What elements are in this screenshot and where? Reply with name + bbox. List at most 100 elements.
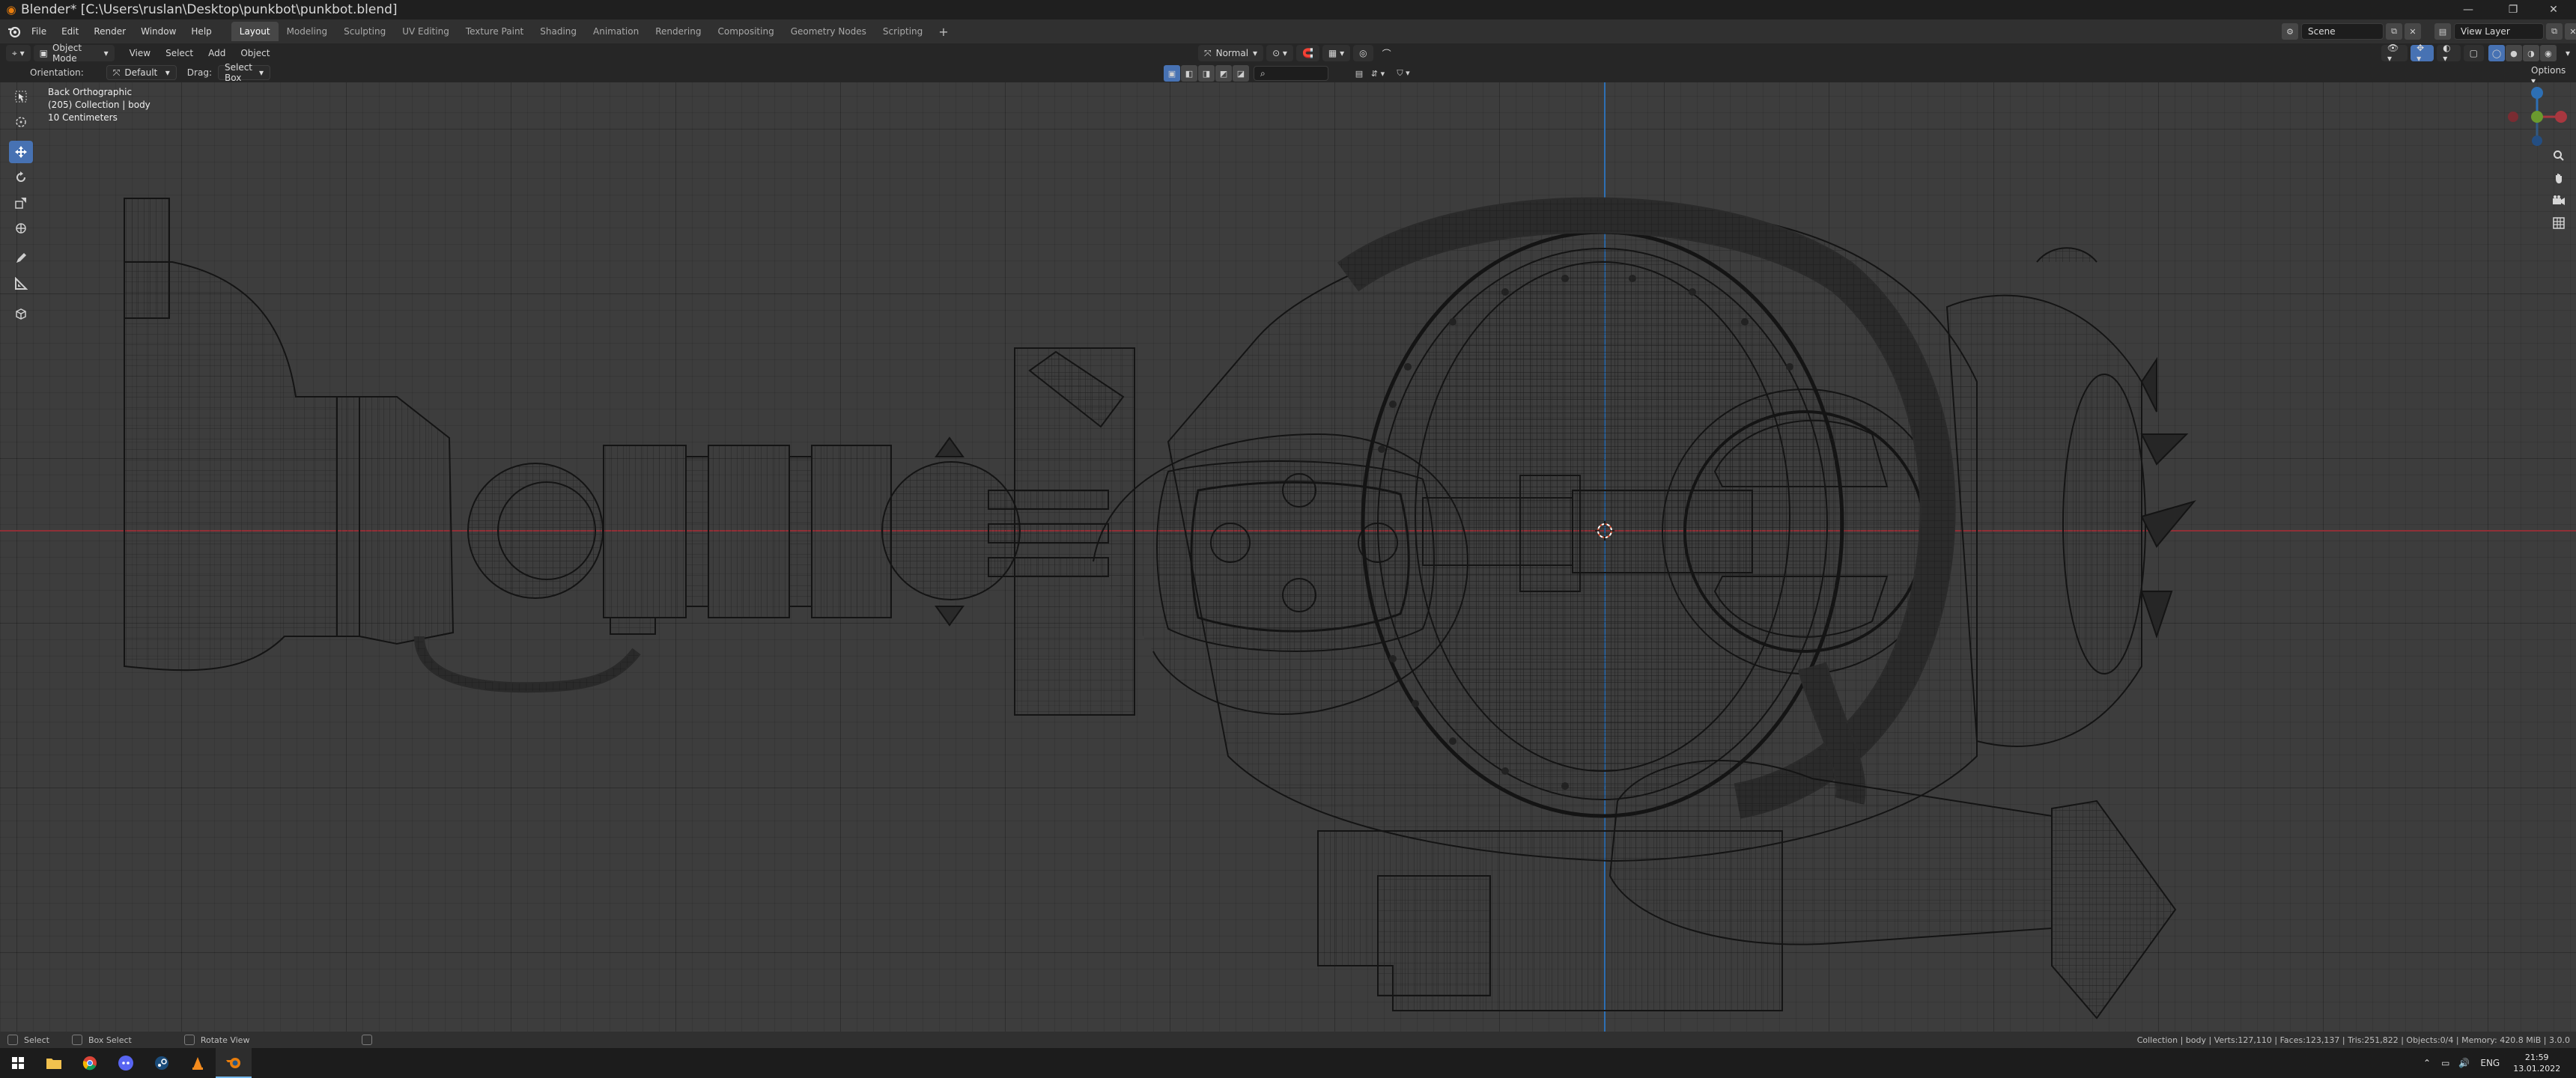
maximize-button[interactable]: ❐	[2491, 0, 2536, 19]
overlays-button[interactable]: ◐ ▾	[2437, 43, 2461, 64]
scene-delete-icon[interactable]: ✕	[2405, 23, 2421, 40]
view-layer-selector[interactable]: ▤ View Layer ⧉ ✕	[2432, 22, 2576, 40]
shading-options-icon[interactable]: ▾	[2560, 45, 2576, 61]
select-box-tool[interactable]	[9, 85, 33, 108]
cursor-tool[interactable]	[9, 111, 33, 133]
scene-canvas[interactable]	[0, 82, 2576, 1032]
tab-animation[interactable]: Animation	[585, 22, 647, 41]
measure-tool[interactable]	[9, 272, 33, 295]
view-layer-field[interactable]: View Layer	[2454, 23, 2544, 40]
falloff-icon[interactable]: ⌒	[1376, 45, 1397, 61]
blender-menu-icon[interactable]	[4, 22, 24, 41]
rotate-tool[interactable]	[9, 166, 33, 189]
file-explorer-icon[interactable]	[36, 1048, 72, 1078]
snap-toggle-button[interactable]: 🧲	[1295, 45, 1319, 61]
select-mode-extend-icon[interactable]: ◧	[1181, 65, 1197, 82]
select-mode-invert-icon[interactable]: ◩	[1215, 65, 1232, 82]
tab-modeling[interactable]: Modeling	[279, 22, 336, 41]
transform-tool[interactable]	[9, 217, 33, 240]
menu-render[interactable]: Render	[86, 22, 133, 41]
search-input[interactable]: ⌕	[1254, 66, 1328, 81]
drag-label: Drag:	[186, 67, 212, 78]
move-tool[interactable]	[9, 141, 33, 163]
select-mode-intersect-icon[interactable]: ◪	[1233, 65, 1249, 82]
window-title: Blender* [C:\Users\ruslan\Desktop\punkbo…	[21, 2, 398, 17]
editor-type-button[interactable]: ⌖ ▾	[6, 45, 31, 61]
view-layer-delete-icon[interactable]: ✕	[2565, 23, 2576, 40]
menu-window[interactable]: Window	[133, 22, 183, 41]
proportional-edit-button[interactable]: ◎	[1353, 45, 1373, 61]
tab-uv-editing[interactable]: UV Editing	[394, 22, 458, 41]
drag-value: Select Box	[224, 62, 253, 83]
scene-field[interactable]: Scene	[2301, 23, 2384, 40]
perspective-grid-icon[interactable]	[2548, 213, 2570, 234]
camera-view-icon[interactable]	[2548, 190, 2570, 211]
add-cube-tool[interactable]	[9, 302, 33, 325]
close-button[interactable]: ✕	[2531, 0, 2576, 19]
scene-copy-icon[interactable]: ⧉	[2386, 23, 2402, 40]
annotate-tool[interactable]	[9, 247, 33, 270]
menu-edit[interactable]: Edit	[54, 22, 86, 41]
robot-mesh-wireframe[interactable]	[124, 197, 2196, 1020]
drag-dropdown[interactable]: Select Box ▾	[217, 62, 270, 83]
pan-hand-icon[interactable]	[2548, 168, 2570, 189]
windows-start-icon[interactable]	[0, 1048, 36, 1078]
rendered-shading-icon[interactable]: ◉	[2539, 45, 2557, 61]
menu-select[interactable]: Select	[158, 48, 201, 58]
tab-layout[interactable]: Layout	[231, 22, 279, 41]
snap-settings-button[interactable]: ▦ ▾	[1322, 45, 1351, 61]
solid-shading-icon[interactable]: ●	[2505, 45, 2522, 61]
gizmo-neg-z-axis[interactable]	[2532, 135, 2542, 146]
material-shading-icon[interactable]: ◑	[2522, 45, 2539, 61]
minimize-button[interactable]: —	[2446, 0, 2491, 19]
tab-sculpting[interactable]: Sculpting	[335, 22, 394, 41]
tab-texture-paint[interactable]: Texture Paint	[458, 22, 532, 41]
outliner-filter-icon[interactable]: ▤	[1351, 65, 1367, 82]
steam-icon[interactable]	[144, 1048, 180, 1078]
view-layer-copy-icon[interactable]: ⧉	[2546, 23, 2563, 40]
scale-tool[interactable]	[9, 192, 33, 214]
xray-toggle-button[interactable]: ▢	[2463, 45, 2484, 61]
select-mode-new-icon[interactable]: ▣	[1164, 65, 1180, 82]
status-select-label: Select	[24, 1035, 49, 1045]
network-icon[interactable]: ▭	[2441, 1058, 2449, 1068]
menu-add[interactable]: Add	[201, 48, 233, 58]
transform-orientation-dropdown[interactable]: ⤧ Normal ▾	[1198, 45, 1264, 61]
blender-taskbar-icon[interactable]	[216, 1048, 252, 1078]
language-indicator[interactable]: ENG	[2480, 1058, 2500, 1068]
gizmo-z-axis[interactable]	[2531, 87, 2543, 99]
discord-icon[interactable]	[108, 1048, 144, 1078]
tab-rendering[interactable]: Rendering	[647, 22, 709, 41]
tab-scripting[interactable]: Scripting	[875, 22, 931, 41]
wireframe-shading-icon[interactable]: ◯	[2488, 45, 2505, 61]
menu-view[interactable]: View	[122, 48, 158, 58]
gizmo-x-axis[interactable]	[2555, 111, 2567, 123]
volume-icon[interactable]: 🔊	[2458, 1058, 2470, 1068]
filter-icon[interactable]: ⛉ ▾	[1395, 65, 1412, 82]
menu-file[interactable]: File	[24, 22, 54, 41]
scene-selector[interactable]: ⚙ Scene ⧉ ✕	[2279, 22, 2421, 40]
visibility-button[interactable]: 👁 ▾	[2381, 43, 2408, 64]
chrome-icon[interactable]	[72, 1048, 108, 1078]
navigation-gizmo[interactable]	[2508, 87, 2567, 146]
select-mode-subtract-icon[interactable]: ◨	[1198, 65, 1215, 82]
display-mode-icon[interactable]: ⇵ ▾	[1370, 65, 1386, 82]
3d-viewport[interactable]: Back Orthographic (205) Collection | bod…	[0, 82, 2576, 1032]
tray-chevron-up-icon[interactable]: ⌃	[2423, 1058, 2431, 1068]
mode-dropdown[interactable]: ▣ Object Mode ▾	[33, 43, 115, 64]
add-workspace-button[interactable]: +	[931, 25, 956, 39]
menu-object[interactable]: Object	[233, 48, 277, 58]
status-context-menu	[362, 1035, 378, 1045]
zoom-icon[interactable]	[2548, 145, 2570, 166]
tab-compositing[interactable]: Compositing	[709, 22, 782, 41]
gizmo-neg-x-axis[interactable]	[2508, 112, 2518, 122]
tab-shading[interactable]: Shading	[532, 22, 585, 41]
vlc-icon[interactable]	[180, 1048, 216, 1078]
gizmo-toggle-button[interactable]: ✥ ▾	[2411, 43, 2434, 64]
tab-geometry-nodes[interactable]: Geometry Nodes	[783, 22, 875, 41]
clock[interactable]: 21:59 13.01.2022	[2513, 1052, 2560, 1074]
menu-help[interactable]: Help	[183, 22, 219, 41]
orientation-dropdown[interactable]: ⤧ Default ▾	[106, 65, 177, 80]
gizmo-y-axis[interactable]	[2531, 111, 2543, 123]
pivot-point-button[interactable]: ⊙ ▾	[1266, 45, 1293, 61]
